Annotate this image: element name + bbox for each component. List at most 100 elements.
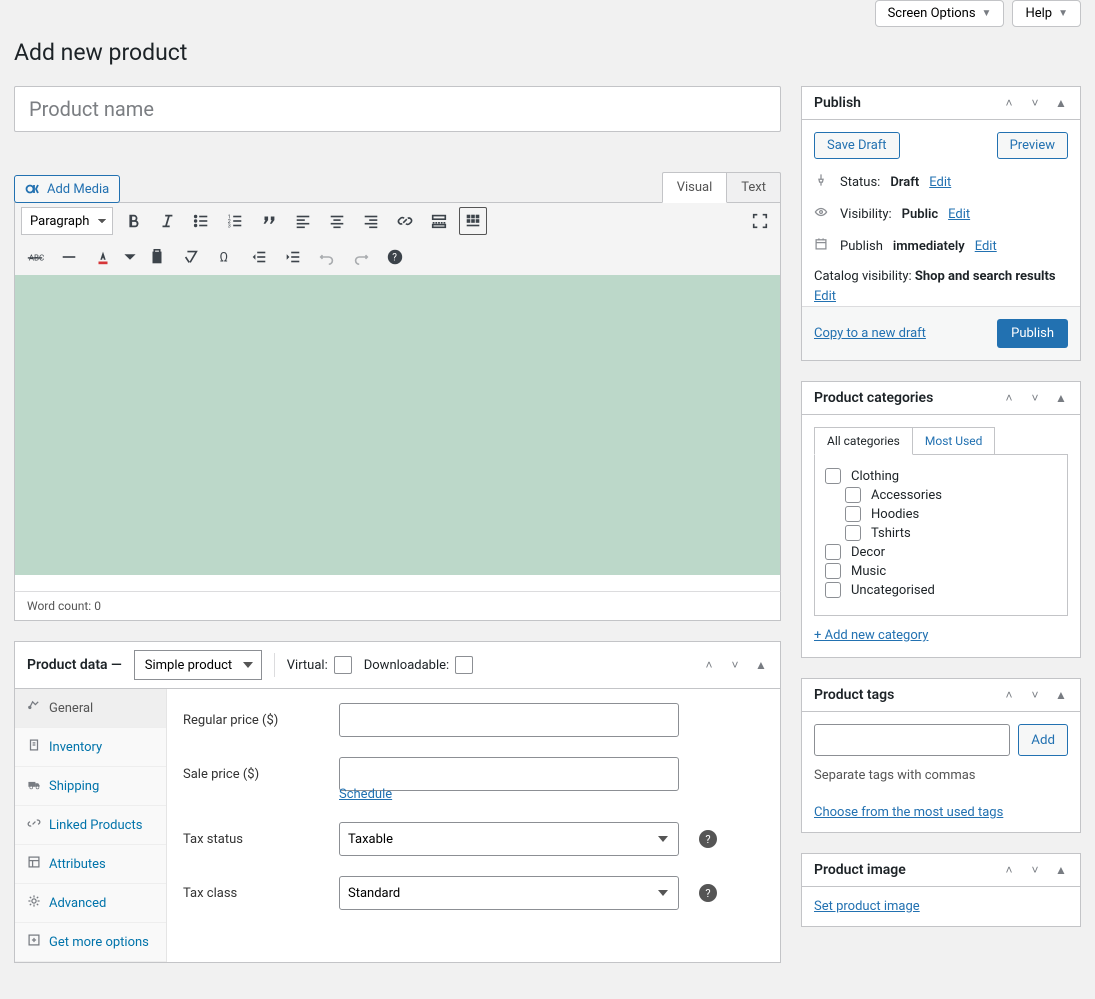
undo-button[interactable]	[313, 243, 341, 271]
indent-button[interactable]	[279, 243, 307, 271]
publish-time-value: immediately	[893, 239, 965, 254]
chevron-down-icon[interactable]: ˅	[728, 658, 742, 672]
editor-toolbar-row2: ABC Ω ?	[14, 239, 781, 275]
help-button[interactable]: Help ▼	[1012, 0, 1081, 27]
publish-button[interactable]: Publish	[997, 319, 1068, 348]
paste-text-button[interactable]	[143, 243, 171, 271]
edit-status-link[interactable]: Edit	[929, 175, 951, 190]
tax-class-select[interactable]: Standard	[339, 876, 679, 910]
preview-button[interactable]: Preview	[997, 132, 1068, 159]
pd-tab-general[interactable]: General	[15, 689, 166, 728]
align-left-button[interactable]	[289, 207, 317, 235]
set-product-image-link[interactable]: Set product image	[814, 899, 920, 914]
chevron-up-icon[interactable]: ˄	[702, 658, 716, 672]
category-checkbox[interactable]	[845, 506, 861, 522]
page-title: Add new product	[14, 39, 1081, 66]
editor-canvas[interactable]	[14, 275, 781, 575]
edit-visibility-link[interactable]: Edit	[948, 207, 970, 222]
paragraph-select[interactable]: Paragraph	[21, 207, 113, 235]
more-button[interactable]	[425, 207, 453, 235]
blockquote-button[interactable]	[255, 207, 283, 235]
copy-draft-link[interactable]: Copy to a new draft	[814, 326, 926, 341]
regular-price-input[interactable]	[339, 703, 679, 737]
chevron-down-icon[interactable]: ˅	[1028, 688, 1042, 702]
triangle-up-icon[interactable]: ▲	[1054, 96, 1068, 110]
strikethrough-button[interactable]: ABC	[21, 243, 49, 271]
add-media-button[interactable]: Add Media	[14, 175, 120, 203]
choose-tags-link[interactable]: Choose from the most used tags	[814, 805, 1003, 820]
tab-visual[interactable]: Visual	[662, 172, 728, 203]
screen-options-button[interactable]: Screen Options ▼	[875, 0, 1005, 27]
tab-icon	[27, 816, 41, 834]
fullscreen-button[interactable]	[746, 207, 774, 235]
chevron-down-icon[interactable]: ˅	[1028, 863, 1042, 877]
chevron-up-icon[interactable]: ˄	[1002, 391, 1016, 405]
redo-button[interactable]	[347, 243, 375, 271]
chevron-up-icon[interactable]: ˄	[1002, 688, 1016, 702]
link-button[interactable]	[391, 207, 419, 235]
category-checkbox[interactable]	[825, 563, 841, 579]
triangle-up-icon[interactable]: ▲	[1054, 863, 1068, 877]
clear-format-button[interactable]	[177, 243, 205, 271]
text-color-dropdown[interactable]	[123, 243, 137, 271]
schedule-link[interactable]: Schedule	[339, 787, 392, 802]
category-item: Clothing	[825, 468, 1057, 484]
tab-most-used[interactable]: Most Used	[913, 427, 996, 455]
category-checkbox[interactable]	[825, 468, 841, 484]
edit-catalog-link[interactable]: Edit	[814, 289, 836, 304]
editor-help-button[interactable]: ?	[381, 243, 409, 271]
pd-tab-advanced[interactable]: Advanced	[15, 884, 166, 923]
save-draft-button[interactable]: Save Draft	[814, 132, 900, 159]
categories-title: Product categories	[814, 390, 933, 406]
tax-status-select[interactable]: Taxable	[339, 822, 679, 856]
category-checkbox[interactable]	[825, 544, 841, 560]
virtual-checkbox[interactable]	[334, 656, 352, 674]
outdent-button[interactable]	[245, 243, 273, 271]
help-icon[interactable]: ?	[699, 830, 717, 848]
catalog-value: Shop and search results	[915, 269, 1056, 284]
align-right-button[interactable]	[357, 207, 385, 235]
tags-input[interactable]	[814, 724, 1010, 756]
pd-tab-attributes[interactable]: Attributes	[15, 845, 166, 884]
pd-tab-linked-products[interactable]: Linked Products	[15, 806, 166, 845]
toolbar-toggle-button[interactable]	[459, 207, 487, 235]
tab-text[interactable]: Text	[727, 172, 781, 203]
category-checkbox[interactable]	[845, 525, 861, 541]
category-item: Music	[825, 563, 1057, 579]
sale-price-input[interactable]	[339, 757, 679, 791]
chevron-up-icon[interactable]: ˄	[1002, 863, 1016, 877]
downloadable-checkbox[interactable]	[455, 656, 473, 674]
category-checkbox[interactable]	[825, 582, 841, 598]
tax-status-label: Tax status	[183, 832, 325, 847]
pd-tab-inventory[interactable]: Inventory	[15, 728, 166, 767]
tab-icon	[27, 699, 41, 717]
product-type-select[interactable]: Simple product	[134, 650, 262, 680]
bold-button[interactable]	[119, 207, 147, 235]
help-icon[interactable]: ?	[699, 884, 717, 902]
add-tag-button[interactable]: Add	[1018, 724, 1068, 756]
product-name-input[interactable]	[14, 86, 781, 132]
editor-resize-bar[interactable]	[14, 575, 781, 591]
category-item: Decor	[825, 544, 1057, 560]
chevron-up-icon[interactable]: ˄	[1002, 96, 1016, 110]
tab-icon	[27, 894, 41, 912]
hr-button[interactable]	[55, 243, 83, 271]
special-char-button[interactable]: Ω	[211, 243, 239, 271]
italic-button[interactable]	[153, 207, 181, 235]
category-checkbox[interactable]	[845, 487, 861, 503]
triangle-up-icon[interactable]: ▲	[754, 658, 768, 672]
edit-publish-link[interactable]: Edit	[975, 239, 997, 254]
add-category-link[interactable]: + Add new category	[814, 628, 928, 643]
pd-tab-get-more-options[interactable]: Get more options	[15, 923, 166, 962]
triangle-up-icon[interactable]: ▲	[1054, 391, 1068, 405]
number-list-button[interactable]: 123	[221, 207, 249, 235]
text-color-button[interactable]	[89, 243, 117, 271]
tab-all-categories[interactable]: All categories	[814, 427, 913, 455]
align-center-button[interactable]	[323, 207, 351, 235]
virtual-label: Virtual:	[287, 656, 352, 674]
bullet-list-button[interactable]	[187, 207, 215, 235]
chevron-down-icon[interactable]: ˅	[1028, 96, 1042, 110]
chevron-down-icon[interactable]: ˅	[1028, 391, 1042, 405]
triangle-up-icon[interactable]: ▲	[1054, 688, 1068, 702]
pd-tab-shipping[interactable]: Shipping	[15, 767, 166, 806]
